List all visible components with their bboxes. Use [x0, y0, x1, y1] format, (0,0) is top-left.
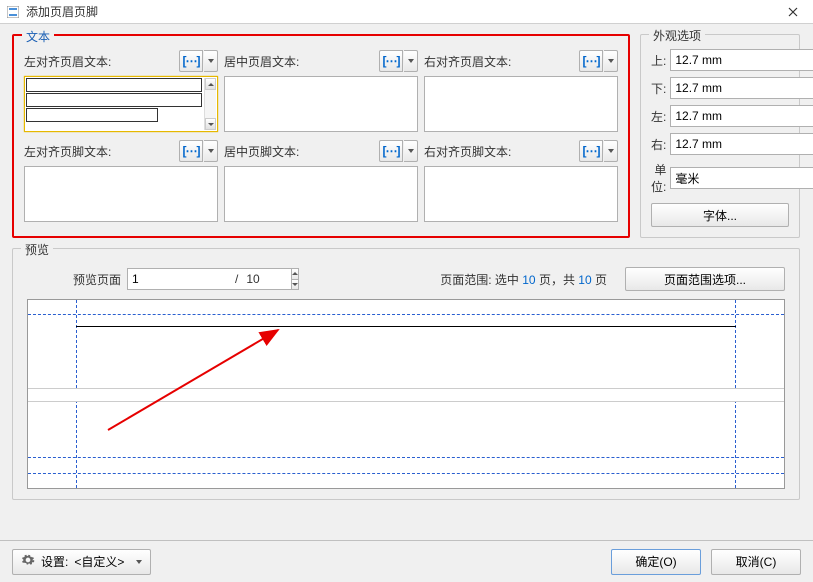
header-left-macro[interactable]: [⋯]: [179, 50, 218, 72]
appearance-group: 外观选项 上: 下: 左:: [640, 34, 800, 238]
header-right-label: 右对齐页眉文本:: [424, 53, 511, 70]
window-title: 添加页眉页脚: [26, 3, 773, 20]
margin-top-label: 上:: [651, 52, 666, 69]
margin-left-input[interactable]: [670, 105, 813, 127]
unit-combo[interactable]: [670, 167, 813, 189]
app-icon: [6, 5, 20, 19]
unit-input[interactable]: [670, 167, 813, 189]
total-pages: 10: [246, 272, 259, 286]
margin-left-spinner[interactable]: [670, 105, 813, 127]
margin-right-input[interactable]: [670, 133, 813, 155]
preview-page-spinner[interactable]: [127, 268, 227, 290]
page-range-options-button[interactable]: 页面范围选项...: [625, 267, 785, 291]
chevron-down-icon: [136, 560, 142, 564]
header-left-label: 左对齐页眉文本:: [24, 53, 111, 70]
margin-right-label: 右:: [651, 136, 666, 153]
footer-right-macro[interactable]: [⋯]: [579, 140, 618, 162]
preview-title: 预览: [21, 241, 53, 258]
footer-right-textarea[interactable]: [424, 166, 618, 222]
preview-page-label: 预览页面: [73, 271, 121, 288]
preview-group: 预览 预览页面 / 10 页面范围: 选中 10 页，共 10 页 页面范围选项…: [12, 248, 800, 500]
margin-right-spinner[interactable]: [670, 133, 813, 155]
text-group-title: 文本: [22, 28, 54, 45]
footer-left-macro[interactable]: [⋯]: [179, 140, 218, 162]
header-right-macro[interactable]: [⋯]: [579, 50, 618, 72]
footer-center-macro[interactable]: [⋯]: [379, 140, 418, 162]
margin-top-input[interactable]: [670, 49, 813, 71]
appearance-title: 外观选项: [649, 27, 705, 44]
margin-left-label: 左:: [651, 108, 666, 125]
header-left-textarea[interactable]: [24, 76, 218, 132]
settings-value: <自定义>: [74, 553, 124, 570]
close-button[interactable]: [773, 0, 813, 24]
text-group: 文本 左对齐页眉文本: [⋯]: [12, 34, 630, 238]
bottom-bar: 设置: <自定义> 确定(O) 取消(C): [0, 540, 813, 582]
ok-button[interactable]: 确定(O): [611, 549, 701, 575]
settings-button[interactable]: 设置: <自定义>: [12, 549, 151, 575]
header-center-label: 居中页眉文本:: [224, 53, 299, 70]
footer-right-label: 右对齐页脚文本:: [424, 143, 511, 160]
slash: /: [235, 272, 238, 286]
unit-label: 单位:: [651, 161, 666, 195]
cancel-button[interactable]: 取消(C): [711, 549, 801, 575]
footer-left-label: 左对齐页脚文本:: [24, 143, 111, 160]
page-range-text: 页面范围: 选中 10 页，共 10 页: [440, 271, 607, 288]
macro-icon: [⋯]: [183, 54, 200, 68]
preview-page-input[interactable]: [127, 268, 291, 290]
font-button[interactable]: 字体...: [651, 203, 789, 227]
footer-center-textarea[interactable]: [224, 166, 418, 222]
header-right-textarea[interactable]: [424, 76, 618, 132]
header-center-macro[interactable]: [⋯]: [379, 50, 418, 72]
margin-top-spinner[interactable]: [670, 49, 813, 71]
margin-bottom-label: 下:: [651, 80, 666, 97]
titlebar: 添加页眉页脚: [0, 0, 813, 24]
margin-bottom-spinner[interactable]: [670, 77, 813, 99]
margin-bottom-input[interactable]: [670, 77, 813, 99]
gear-icon: [21, 553, 35, 570]
footer-center-label: 居中页脚文本:: [224, 143, 299, 160]
annotation-arrow: [98, 320, 298, 440]
scrollbar[interactable]: [204, 78, 216, 130]
chevron-down-icon: [208, 59, 214, 63]
preview-canvas: [27, 299, 785, 489]
settings-label: 设置:: [41, 553, 68, 570]
footer-left-textarea[interactable]: [24, 166, 218, 222]
header-center-textarea[interactable]: [224, 76, 418, 132]
